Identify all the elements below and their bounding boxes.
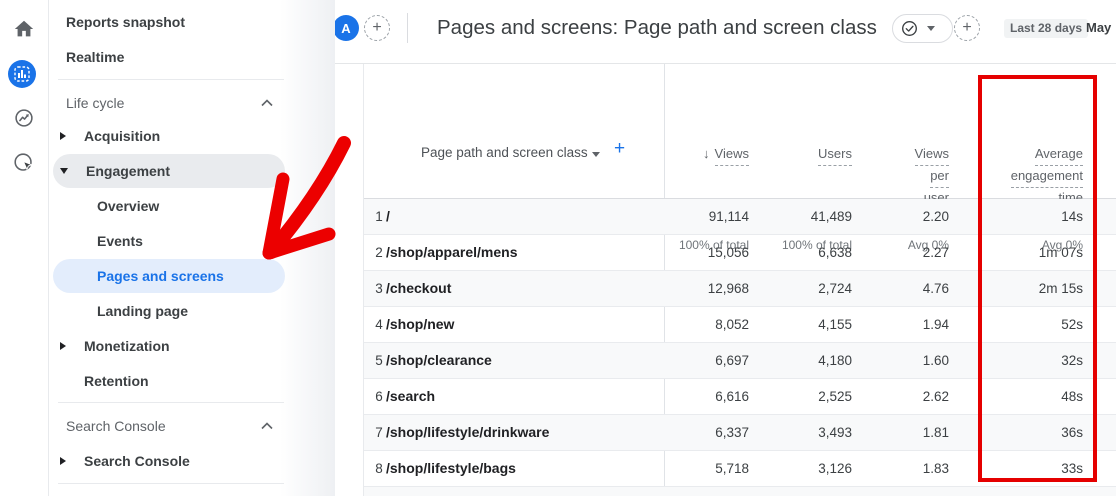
page-path-cell: /checkout xyxy=(386,271,451,306)
page-path-cell: /shop/lifestyle/bags xyxy=(386,451,516,486)
avg-engagement-cell: 14s xyxy=(883,199,1083,234)
sidebar-item-label: Reports snapshot xyxy=(66,14,185,30)
expand-right-icon xyxy=(60,132,66,140)
section-header-label: Life cycle xyxy=(66,95,124,111)
comparison-chip-all-users[interactable]: A xyxy=(333,15,359,41)
sidebar-item-label: Search Console xyxy=(84,453,190,469)
sidebar-divider xyxy=(58,483,284,484)
sidebar-divider xyxy=(58,402,284,403)
table-row-partial xyxy=(364,487,1116,496)
check-circle-icon xyxy=(901,20,918,37)
sidebar-item-overview[interactable]: Overview xyxy=(49,189,335,223)
avg-engagement-cell: 33s xyxy=(883,451,1083,486)
date-range-picker[interactable]: Last 28 days xyxy=(1004,19,1088,38)
explore-icon xyxy=(13,107,35,129)
table-row: 5 /shop/clearance 6,697 4,180 1.60 32s xyxy=(364,343,1116,379)
sidebar-item-label: Pages and screens xyxy=(97,268,224,284)
column-label-line: Average xyxy=(1035,144,1083,166)
sidebar-item-events[interactable]: Events xyxy=(49,224,335,258)
sidebar-item-label: Events xyxy=(97,233,143,249)
add-comparison-button[interactable]: + xyxy=(364,15,390,41)
page-title: Pages and screens: Page path and screen … xyxy=(437,16,877,40)
sidebar-item-retention[interactable]: Retention xyxy=(49,364,335,398)
avg-engagement-cell: 32s xyxy=(883,343,1083,378)
table-row: 6 /search 6,616 2,525 2.62 48s xyxy=(364,379,1116,415)
section-header-life-cycle[interactable]: Life cycle xyxy=(49,86,335,120)
sidebar-item-label: Overview xyxy=(97,198,159,214)
sidebar-divider xyxy=(58,79,284,80)
table-header: Page path and screen class + ↓Views User… xyxy=(364,64,1116,199)
sidebar-item-label: Realtime xyxy=(66,49,124,65)
add-report-item-button[interactable]: + xyxy=(954,15,980,41)
explore-icon[interactable] xyxy=(11,105,37,131)
sidebar-item-label: Engagement xyxy=(86,163,170,179)
home-icon xyxy=(13,18,35,40)
avg-engagement-cell: 2m 15s xyxy=(883,271,1083,306)
expand-right-icon xyxy=(60,457,66,465)
section-header-label: Search Console xyxy=(66,418,166,434)
expand-right-icon xyxy=(60,342,66,350)
sidebar-item-realtime[interactable]: Realtime xyxy=(49,40,335,74)
table-row: 2 /shop/apparel/mens 15,056 6,638 2.27 1… xyxy=(364,235,1116,271)
report-customize-dropdown[interactable] xyxy=(892,14,953,43)
bar-chart-icon xyxy=(14,66,30,82)
sidebar-item-search-console[interactable]: Search Console xyxy=(49,444,335,478)
advertising-icon xyxy=(13,152,35,174)
avg-engagement-cell: 1m 07s xyxy=(883,235,1083,270)
sidebar-item-monetization[interactable]: Monetization xyxy=(49,329,335,363)
page-path-cell: /shop/apparel/mens xyxy=(386,235,517,270)
table-row: 1 / 91,114 41,489 2.20 14s xyxy=(364,199,1116,235)
expand-down-icon xyxy=(60,168,68,174)
chevron-down-icon xyxy=(927,26,935,31)
ga4-reports-screen: Reports snapshot Realtime Life cycle Acq… xyxy=(0,0,1116,496)
page-path-cell: /shop/new xyxy=(386,307,454,342)
table-row: 8 /shop/lifestyle/bags 5,718 3,126 1.83 … xyxy=(364,451,1116,487)
sidebar-item-label: Monetization xyxy=(84,338,170,354)
report-nav-sidebar: Reports snapshot Realtime Life cycle Acq… xyxy=(49,0,335,496)
report-header: A + Pages and screens: Page path and scr… xyxy=(335,0,1116,63)
chevron-up-icon[interactable] xyxy=(261,99,273,107)
sidebar-item-label: Retention xyxy=(84,373,149,389)
page-path-cell: / xyxy=(386,199,390,234)
avg-engagement-cell: 36s xyxy=(883,415,1083,450)
column-label-line: engagement xyxy=(1011,166,1083,188)
section-header-search-console[interactable]: Search Console xyxy=(49,409,335,443)
header-divider xyxy=(407,13,408,43)
date-range-start[interactable]: May xyxy=(1086,20,1111,35)
page-path-cell: /shop/clearance xyxy=(386,343,492,378)
sidebar-item-pages-and-screens[interactable]: Pages and screens xyxy=(49,259,335,293)
advertising-icon[interactable] xyxy=(11,150,37,176)
sidebar-item-label: Acquisition xyxy=(84,128,160,144)
table-row: 4 /shop/new 8,052 4,155 1.94 52s xyxy=(364,307,1116,343)
chevron-up-icon[interactable] xyxy=(261,422,273,430)
page-path-cell: /shop/lifestyle/drinkware xyxy=(386,415,549,450)
table-body: 1 / 91,114 41,489 2.20 14s 2 /shop/appar… xyxy=(364,199,1116,496)
sidebar-item-reports-snapshot[interactable]: Reports snapshot xyxy=(49,5,335,39)
left-icon-rail xyxy=(0,0,49,496)
sidebar-item-landing-page[interactable]: Landing page xyxy=(49,294,335,328)
page-path-cell: /search xyxy=(386,379,435,414)
avg-engagement-cell: 48s xyxy=(883,379,1083,414)
sidebar-item-acquisition[interactable]: Acquisition xyxy=(49,119,335,153)
reports-icon[interactable] xyxy=(8,60,36,88)
table-row: 3 /checkout 12,968 2,724 4.76 2m 15s xyxy=(364,271,1116,307)
pages-and-screens-table: Page path and screen class + ↓Views User… xyxy=(363,64,1116,496)
avg-engagement-cell: 52s xyxy=(883,307,1083,342)
sidebar-item-engagement[interactable]: Engagement xyxy=(49,154,335,188)
table-row: 7 /shop/lifestyle/drinkware 6,337 3,493 … xyxy=(364,415,1116,451)
home-icon[interactable] xyxy=(11,16,37,42)
sidebar-item-label: Landing page xyxy=(97,303,188,319)
